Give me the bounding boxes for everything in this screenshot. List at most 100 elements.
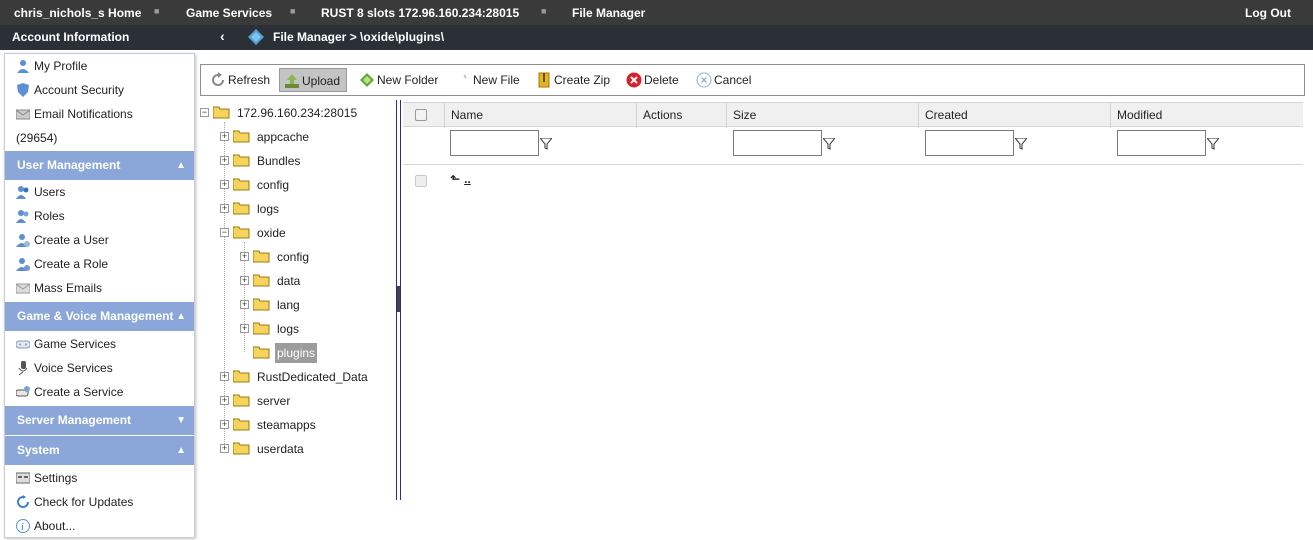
upload-icon (285, 74, 299, 88)
folder-icon (253, 250, 270, 263)
expand-icon[interactable]: + (220, 420, 229, 429)
collapse-icon[interactable]: − (200, 108, 209, 117)
size-filter-input[interactable] (733, 130, 822, 156)
nav-game-services-link[interactable]: Game Services (186, 6, 272, 20)
column-created[interactable]: Created (918, 103, 1110, 128)
logout-link[interactable]: Log Out (1245, 6, 1291, 20)
menu-email-notifications[interactable]: Email Notifications (5, 102, 194, 126)
tree-node-label: lang (277, 298, 300, 312)
cancel-button[interactable]: Cancel (692, 68, 757, 92)
expand-icon[interactable]: + (240, 276, 249, 285)
filter-icon[interactable] (1015, 138, 1027, 150)
expand-icon[interactable]: + (240, 252, 249, 261)
column-name[interactable]: Name (444, 103, 636, 128)
delete-button[interactable]: Delete (622, 68, 685, 92)
folder-icon (233, 130, 250, 143)
menu-label: Settings (34, 471, 78, 485)
menu-mass-emails[interactable]: Mass Emails (5, 276, 194, 300)
expand-icon[interactable]: + (220, 444, 229, 453)
section-game-voice-management[interactable]: Game & Voice Management ▲ (5, 302, 194, 331)
info-icon: i (16, 519, 30, 533)
folder-icon (233, 442, 250, 455)
pane-splitter[interactable] (396, 100, 401, 500)
expand-icon[interactable]: + (240, 324, 249, 333)
nav-home-link[interactable]: chris_nichols_s Home (14, 6, 141, 20)
menu-create-role[interactable]: Create a Role (5, 252, 194, 276)
file-grid: Name Actions Size Created Modified ⬑.. (403, 100, 1303, 500)
section-title: System (17, 443, 60, 457)
menu-label: Create a Role (34, 257, 109, 271)
nav-server-link[interactable]: RUST 8 slots 172.96.160.234:28015 (321, 6, 519, 20)
expand-icon[interactable]: + (220, 180, 229, 189)
nav-separator-icon: ■ (154, 6, 160, 16)
name-filter-input[interactable] (450, 130, 539, 156)
menu-my-profile[interactable]: My Profile (5, 54, 194, 78)
menu-create-service[interactable]: Create a Service (5, 380, 194, 404)
parent-directory-row[interactable]: ⬑.. (450, 172, 471, 186)
new-folder-button[interactable]: New Folder (355, 68, 444, 92)
menu-label: About... (34, 519, 76, 533)
expand-icon[interactable]: + (220, 132, 229, 141)
column-modified[interactable]: Modified (1110, 103, 1303, 128)
refresh-label: Refresh (228, 73, 271, 87)
filter-icon[interactable] (1207, 138, 1219, 150)
zip-icon (538, 72, 550, 88)
created-filter-input[interactable] (925, 130, 1014, 156)
tree-node-label: config (277, 250, 310, 264)
expand-icon[interactable]: + (240, 300, 249, 309)
menu-create-user[interactable]: Create a User (5, 228, 194, 252)
section-user-management[interactable]: User Management ▲ (5, 151, 194, 180)
account-information-toggle[interactable]: Account Information (12, 30, 129, 44)
filter-icon[interactable] (540, 138, 552, 150)
folder-icon (233, 370, 250, 383)
modified-filter-input[interactable] (1117, 130, 1206, 156)
parent-directory-link[interactable]: .. (464, 172, 471, 186)
folder-icon (233, 418, 250, 431)
new-file-icon (463, 74, 467, 79)
expand-icon[interactable]: + (220, 372, 229, 381)
create-zip-button[interactable]: Create Zip (532, 68, 616, 92)
section-server-management[interactable]: Server Management ▼ (5, 406, 194, 435)
expand-icon[interactable]: + (220, 156, 229, 165)
tree-node-label: server (257, 394, 291, 408)
folder-icon (253, 298, 270, 311)
count-label: (29654) (16, 131, 58, 145)
up-arrow-icon: ⬑ (450, 172, 461, 186)
add-role-icon (16, 258, 30, 271)
filter-icon[interactable] (823, 138, 835, 150)
menu-about[interactable]: i About... (5, 514, 194, 538)
account-menu-panel: My Profile Account Security Email Notifi… (4, 53, 195, 538)
folder-icon (233, 202, 250, 215)
menu-settings[interactable]: Settings (5, 466, 194, 490)
menu-voice-services[interactable]: Voice Services (5, 356, 194, 380)
folder-icon (253, 322, 270, 335)
column-size[interactable]: Size (726, 103, 918, 128)
section-system[interactable]: System ▲ (5, 436, 194, 465)
collapse-icon[interactable]: − (220, 228, 229, 237)
mass-email-icon (16, 283, 30, 294)
menu-label: Users (34, 185, 66, 199)
refresh-button[interactable]: Refresh (206, 68, 276, 92)
refresh-icon (212, 72, 224, 86)
menu-check-updates[interactable]: Check for Updates (5, 490, 194, 514)
back-chevron-icon[interactable]: ‹ (220, 28, 225, 44)
menu-game-services[interactable]: Game Services (5, 332, 194, 356)
tree-node-label: Bundles (257, 154, 301, 168)
row-checkbox[interactable] (415, 175, 427, 187)
chevron-up-icon: ▲ (176, 160, 186, 171)
roles-icon (16, 210, 29, 223)
menu-account-security[interactable]: Account Security (5, 78, 194, 102)
menu-users[interactable]: Users (5, 180, 194, 204)
add-user-icon (16, 234, 30, 247)
grid-header: Name Actions Size Created Modified (403, 102, 1303, 128)
expand-icon[interactable]: + (220, 204, 229, 213)
upload-button[interactable]: Upload (279, 68, 348, 92)
new-file-button[interactable]: New File (451, 68, 526, 92)
menu-roles[interactable]: Roles (5, 204, 194, 228)
nav-file-manager-link[interactable]: File Manager (572, 6, 645, 20)
cancel-label: Cancel (714, 73, 752, 87)
splitter-grip-icon[interactable] (397, 286, 400, 312)
select-all-checkbox[interactable] (415, 109, 427, 121)
expand-icon[interactable]: + (220, 396, 229, 405)
gamepad-icon (16, 340, 30, 349)
